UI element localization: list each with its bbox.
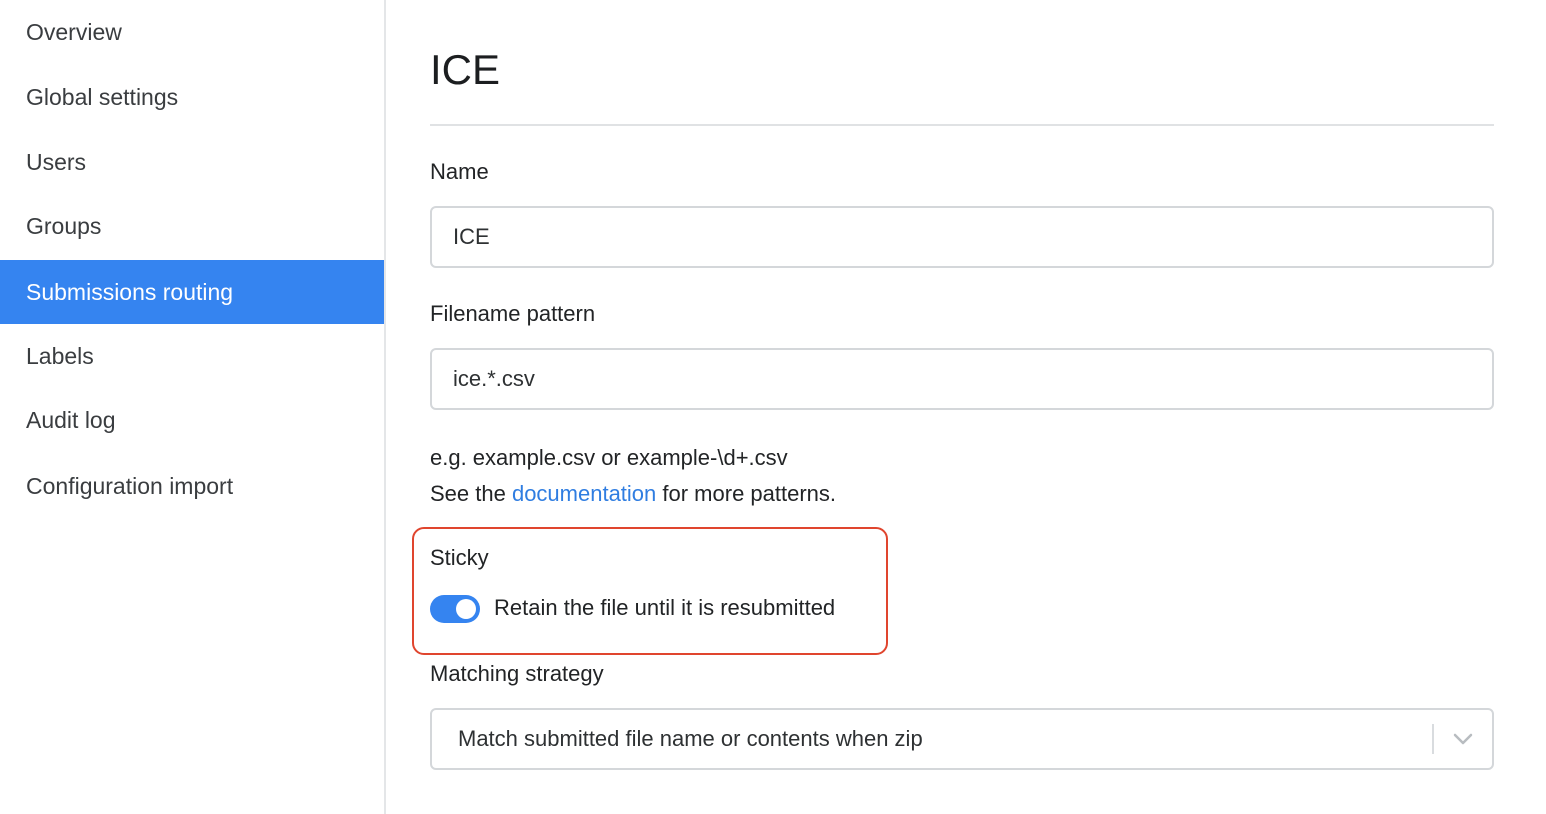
help-docs-prefix: See the — [430, 481, 512, 506]
sticky-toggle[interactable] — [430, 595, 480, 623]
filename-pattern-input[interactable] — [430, 348, 1494, 410]
filename-help-example: e.g. example.csv or example-\d+.csv — [430, 445, 788, 470]
sidebar-item-overview[interactable]: Overview — [0, 0, 384, 64]
app-window: Overview Global settings Users Groups Su… — [0, 0, 1546, 814]
sticky-label: Sticky — [430, 545, 489, 570]
sidebar-item-submissions-routing[interactable]: Submissions routing — [0, 260, 384, 324]
sidebar-item-global-settings[interactable]: Global settings — [0, 65, 384, 129]
sticky-toggle-label[interactable]: Retain the file until it is resubmitted — [494, 592, 835, 624]
help-docs-suffix: for more patterns. — [656, 481, 837, 506]
title-divider — [430, 124, 1494, 126]
documentation-link[interactable]: documentation — [512, 481, 656, 506]
matching-strategy-select[interactable]: Match submitted file name or contents wh… — [430, 708, 1494, 770]
matching-strategy-value: Match submitted file name or contents wh… — [458, 726, 923, 751]
sidebar-item-labels[interactable]: Labels — [0, 324, 384, 388]
matching-strategy-label: Matching strategy — [430, 661, 604, 686]
sidebar-item-audit-log[interactable]: Audit log — [0, 388, 384, 452]
toggle-knob — [456, 599, 476, 619]
chevron-down-icon[interactable] — [1452, 728, 1474, 750]
name-input[interactable] — [430, 206, 1494, 268]
select-separator — [1432, 724, 1434, 754]
filename-help-docs: See the documentation for more patterns. — [430, 476, 836, 512]
sidebar-item-configuration-import[interactable]: Configuration import — [0, 454, 384, 518]
sidebar-item-users[interactable]: Users — [0, 130, 384, 194]
sidebar-item-groups[interactable]: Groups — [0, 194, 384, 258]
page-title: ICE — [430, 46, 501, 93]
filename-pattern-label: Filename pattern — [430, 301, 596, 326]
name-label: Name — [430, 159, 489, 184]
sidebar: Overview Global settings Users Groups Su… — [0, 0, 386, 814]
